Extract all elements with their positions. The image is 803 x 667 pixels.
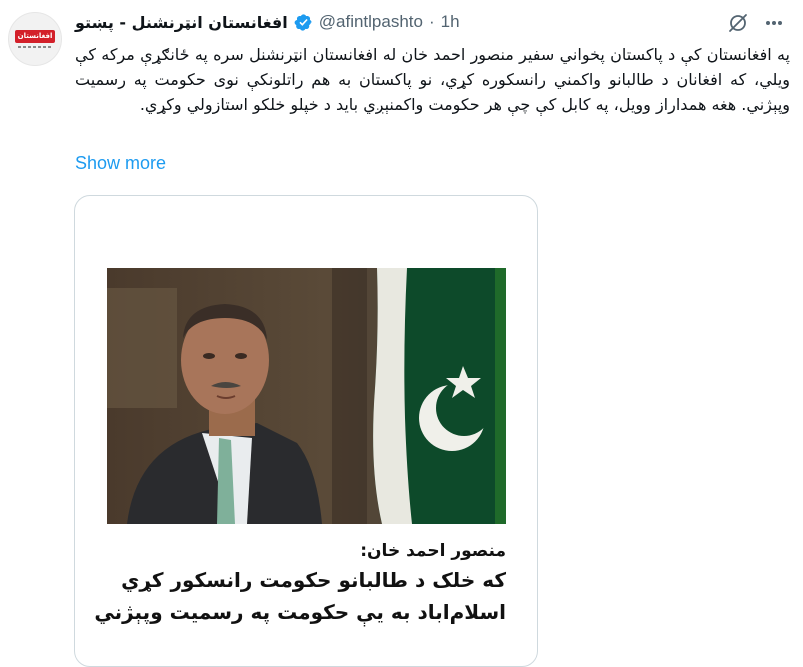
media-card[interactable]: منصور احمد خان: که خلک د طالبانو حکومت ر…	[74, 195, 538, 667]
avatar-logo-text: افغانستان	[15, 30, 55, 43]
avatar[interactable]: افغانستان	[8, 12, 62, 66]
account-handle[interactable]: @afintlpashto	[319, 12, 423, 32]
grok-icon[interactable]	[726, 11, 750, 35]
handle-time-separator: ·	[428, 12, 435, 31]
caption-line-2: اسلام‌اباد به يې حکومت په رسميت وپېژني	[94, 600, 506, 624]
display-name[interactable]: افغانستان انټرنشنل - پښتو	[75, 13, 288, 32]
caption-line-1: که خلک د طالبانو حکومت رانسکور کړي	[121, 568, 506, 592]
tweet-text: په افغانستان کې د پاکستان پخواني سفير من…	[75, 45, 790, 114]
caption-title: منصور احمد خان:	[360, 541, 506, 561]
interview-photo	[107, 268, 506, 524]
avatar-logo-underline	[18, 46, 52, 48]
more-icon[interactable]	[760, 11, 788, 35]
verified-badge-icon[interactable]	[294, 13, 313, 32]
show-more-link[interactable]: Show more	[75, 153, 166, 174]
post-time[interactable]: 1h	[441, 12, 460, 32]
card-caption: منصور احمد خان: که خلک د طالبانو حکومت ر…	[94, 538, 506, 628]
tweet-header: افغانستان انټرنشنل - پښتو @afintlpashto …	[75, 9, 705, 35]
card-photo[interactable]	[107, 268, 506, 524]
